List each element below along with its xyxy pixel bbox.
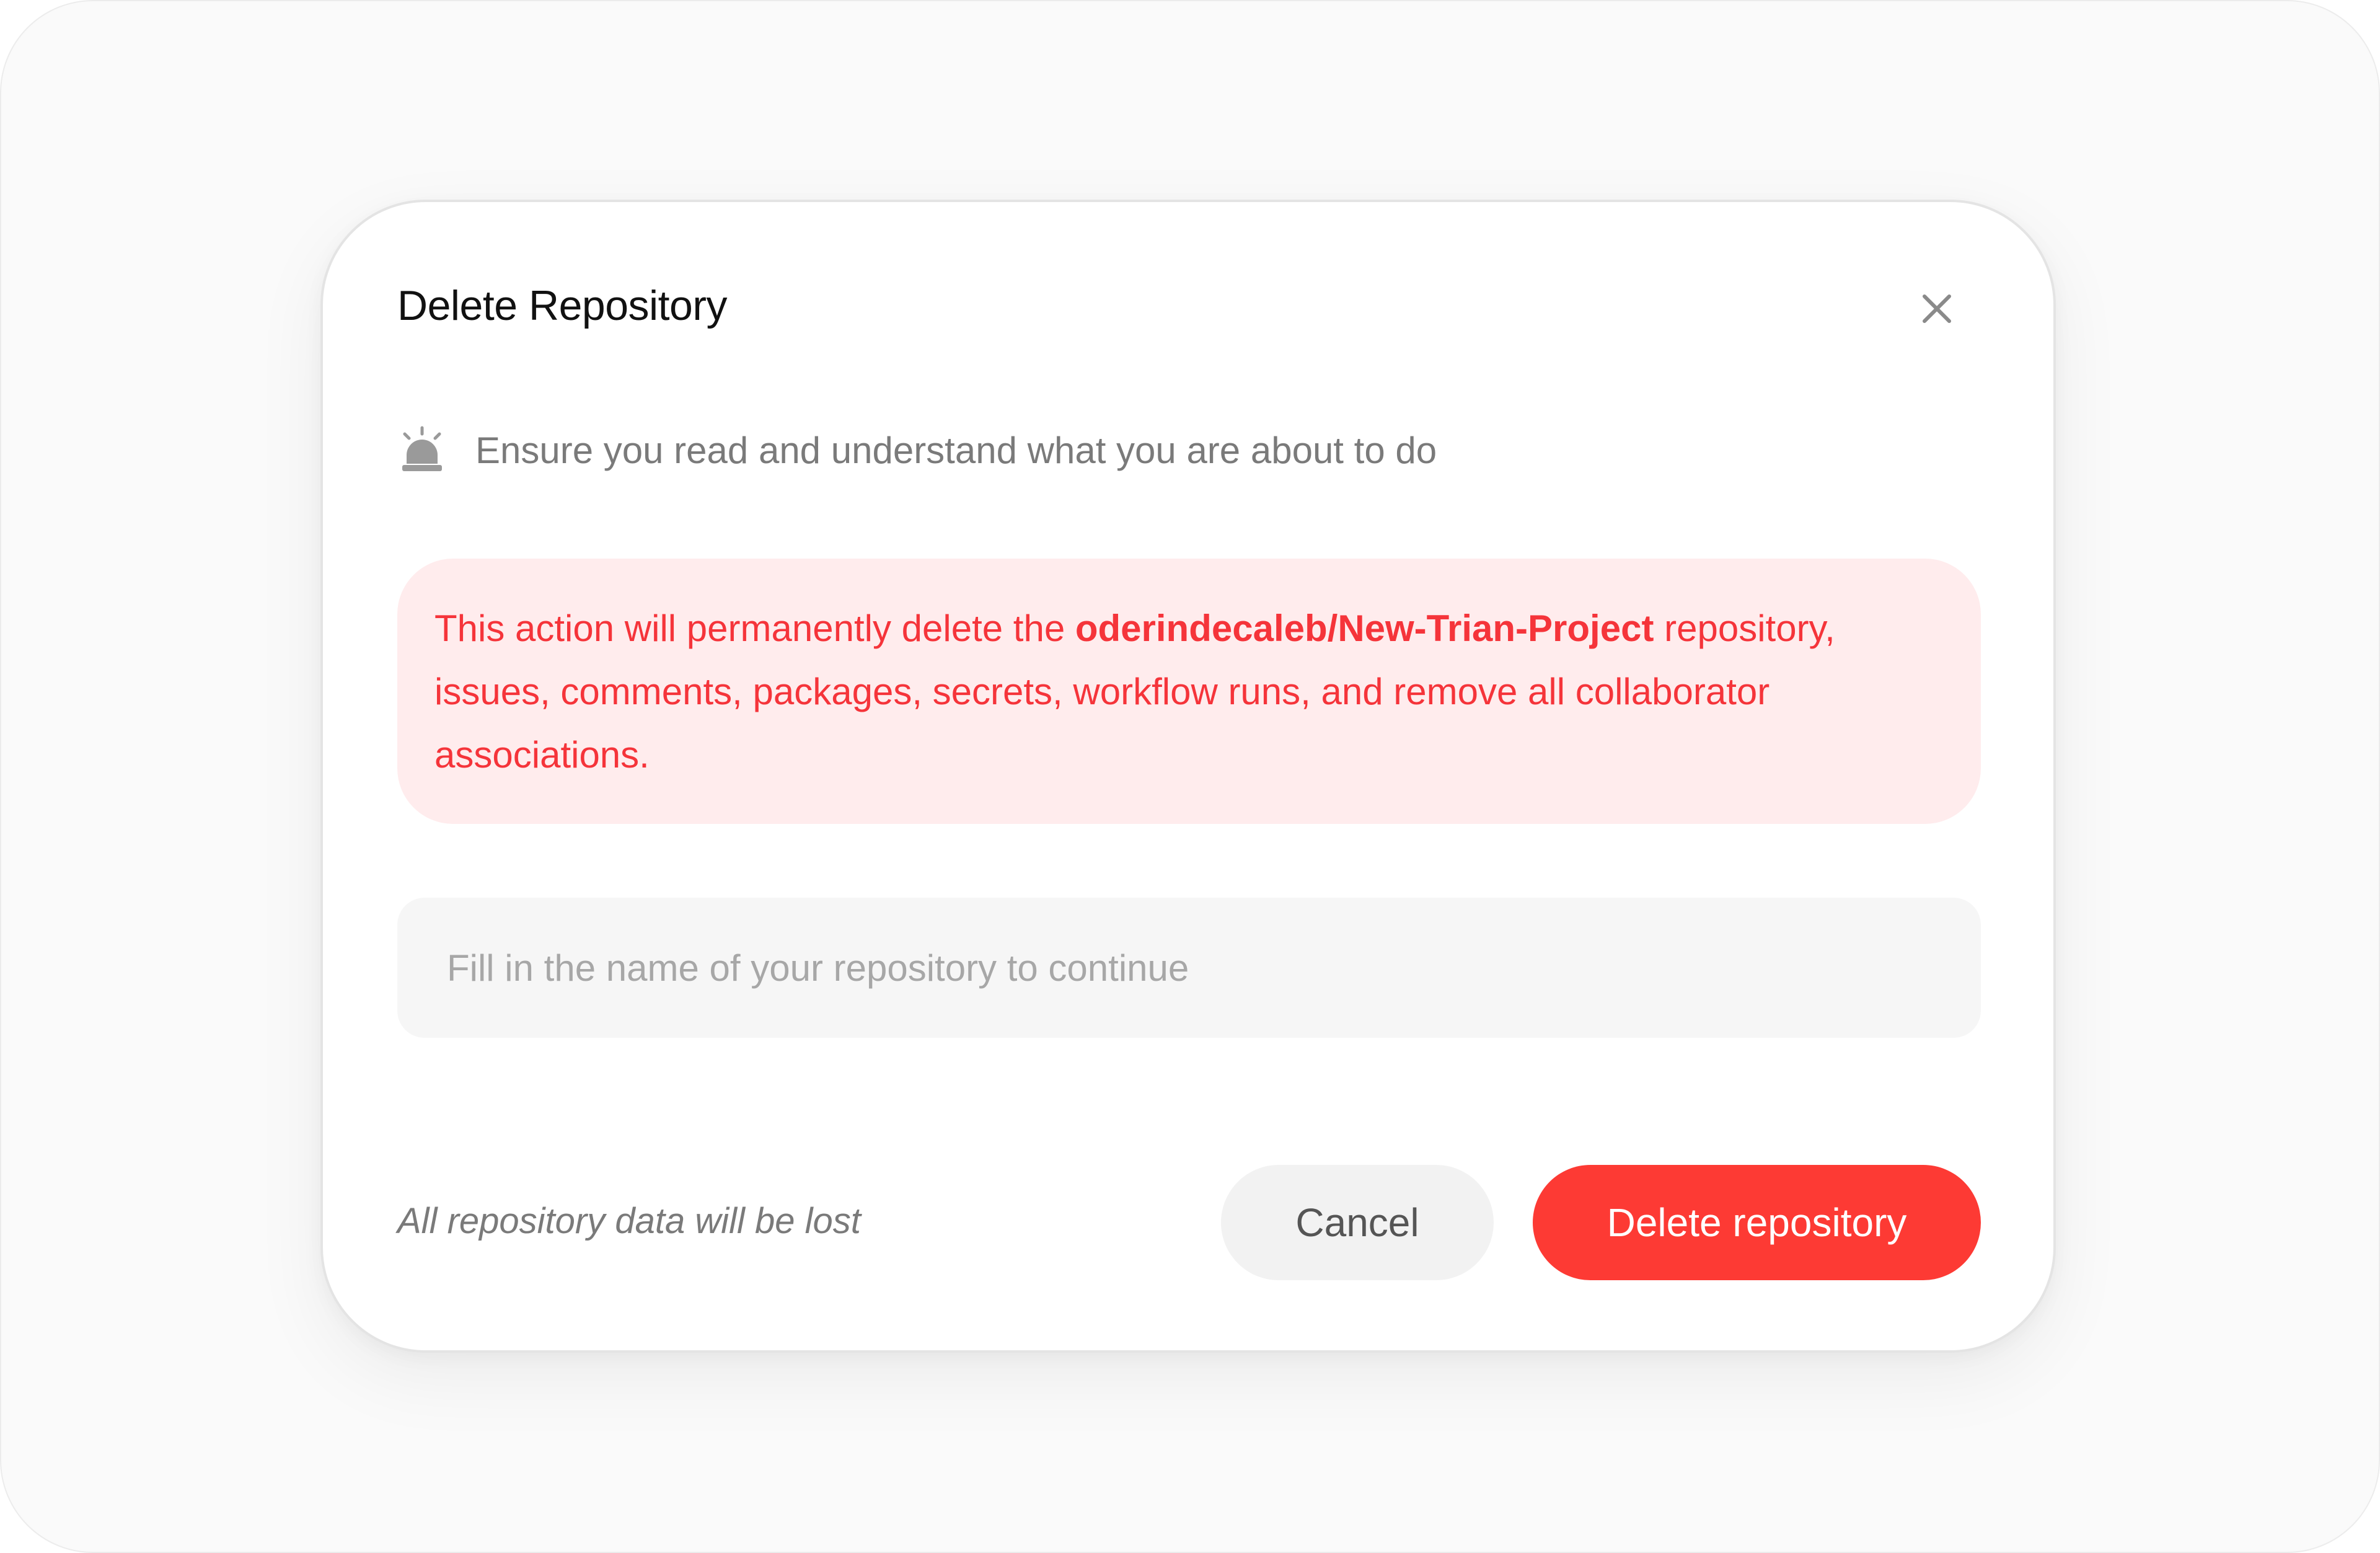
notice-text: Ensure you read and understand what you … — [475, 429, 1437, 471]
close-icon[interactable] — [1916, 288, 1958, 330]
warning-box: This action will permanently delete the … — [397, 559, 1981, 824]
alarm-siren-icon — [402, 426, 442, 471]
cancel-button[interactable]: Cancel — [1221, 1165, 1494, 1280]
data-loss-note: All repository data will be lost — [397, 1201, 861, 1241]
delete-repository-dialog: Delete Repository Ensure you read and un… — [320, 200, 2056, 1353]
repository-name-input[interactable] — [397, 898, 1981, 1038]
warning-text-prefix: This action will permanently delete the — [434, 608, 1075, 649]
page-background: Delete Repository Ensure you read and un… — [0, 0, 2380, 1553]
notice-row: Ensure you read and understand what you … — [397, 422, 1437, 478]
delete-repository-button[interactable]: Delete repository — [1533, 1165, 1981, 1280]
dialog-title: Delete Repository — [397, 282, 727, 329]
warning-repo-name: oderindecaleb/New-Trian-Project — [1075, 608, 1654, 649]
